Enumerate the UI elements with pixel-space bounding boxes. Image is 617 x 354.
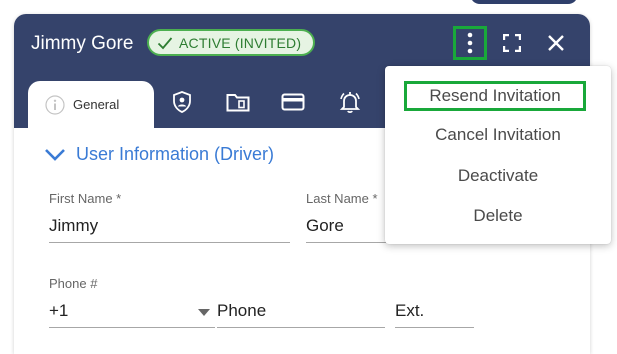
last-name-label: Last Name * xyxy=(306,191,378,206)
user-name-title: Jimmy Gore xyxy=(31,33,134,54)
first-name-value[interactable]: Jimmy xyxy=(49,216,121,236)
phone-number-placeholder[interactable]: Phone xyxy=(217,301,266,321)
tab-general[interactable]: General xyxy=(28,81,154,128)
first-name-label: First Name * xyxy=(49,191,122,206)
last-name-field[interactable]: Last Name * Gore xyxy=(306,191,378,236)
shield-user-icon xyxy=(173,91,191,113)
chevron-down-icon xyxy=(45,148,65,161)
first-name-field[interactable]: First Name * Jimmy xyxy=(49,191,121,236)
menu-item-deactivate[interactable]: Deactivate xyxy=(385,166,611,186)
phone-country-field[interactable]: Phone # +1 xyxy=(49,276,97,321)
phone-number-underline xyxy=(217,327,385,328)
menu-item-delete[interactable]: Delete xyxy=(385,206,611,226)
credit-card-icon xyxy=(281,93,305,111)
country-code-value[interactable]: +1 xyxy=(49,301,97,321)
tab-payment[interactable] xyxy=(278,87,308,117)
fullscreen-icon xyxy=(503,34,521,52)
phone-label: Phone # xyxy=(49,276,98,291)
extension-placeholder[interactable]: Ext. xyxy=(395,301,424,321)
section-title: User Information (Driver) xyxy=(76,144,275,164)
tab-general-label: General xyxy=(73,97,120,112)
bell-icon xyxy=(339,92,361,114)
folder-icon xyxy=(226,94,250,112)
check-icon xyxy=(157,36,173,49)
menu-item-resend-invitation[interactable]: Resend Invitation xyxy=(404,81,586,111)
status-badge: ACTIVE (INVITED) xyxy=(147,29,316,56)
section-user-information-toggle[interactable]: User Information (Driver) xyxy=(44,144,274,165)
more-options-button[interactable] xyxy=(453,26,487,60)
menu-item-cancel-invitation[interactable]: Cancel Invitation xyxy=(385,125,611,145)
more-options-menu: Resend Invitation Cancel Invitation Deac… xyxy=(385,66,611,244)
tab-documents[interactable] xyxy=(223,87,253,117)
more-vertical-icon xyxy=(467,32,473,54)
close-icon xyxy=(548,35,564,51)
top-right-button-edge xyxy=(470,0,578,4)
fullscreen-button[interactable] xyxy=(495,26,529,60)
extension-field[interactable]: Ext. xyxy=(395,301,424,321)
tab-permissions[interactable] xyxy=(167,87,197,117)
first-name-underline xyxy=(49,242,290,243)
last-name-value[interactable]: Gore xyxy=(306,216,378,236)
extension-underline xyxy=(395,327,474,328)
close-button[interactable] xyxy=(539,26,573,60)
phone-number-field[interactable]: Phone xyxy=(217,301,266,321)
dropdown-arrow-icon[interactable] xyxy=(198,309,210,316)
info-icon xyxy=(45,94,65,115)
tab-notifications[interactable] xyxy=(335,87,365,117)
country-code-underline xyxy=(49,327,215,328)
status-badge-label: ACTIVE (INVITED) xyxy=(179,34,302,51)
